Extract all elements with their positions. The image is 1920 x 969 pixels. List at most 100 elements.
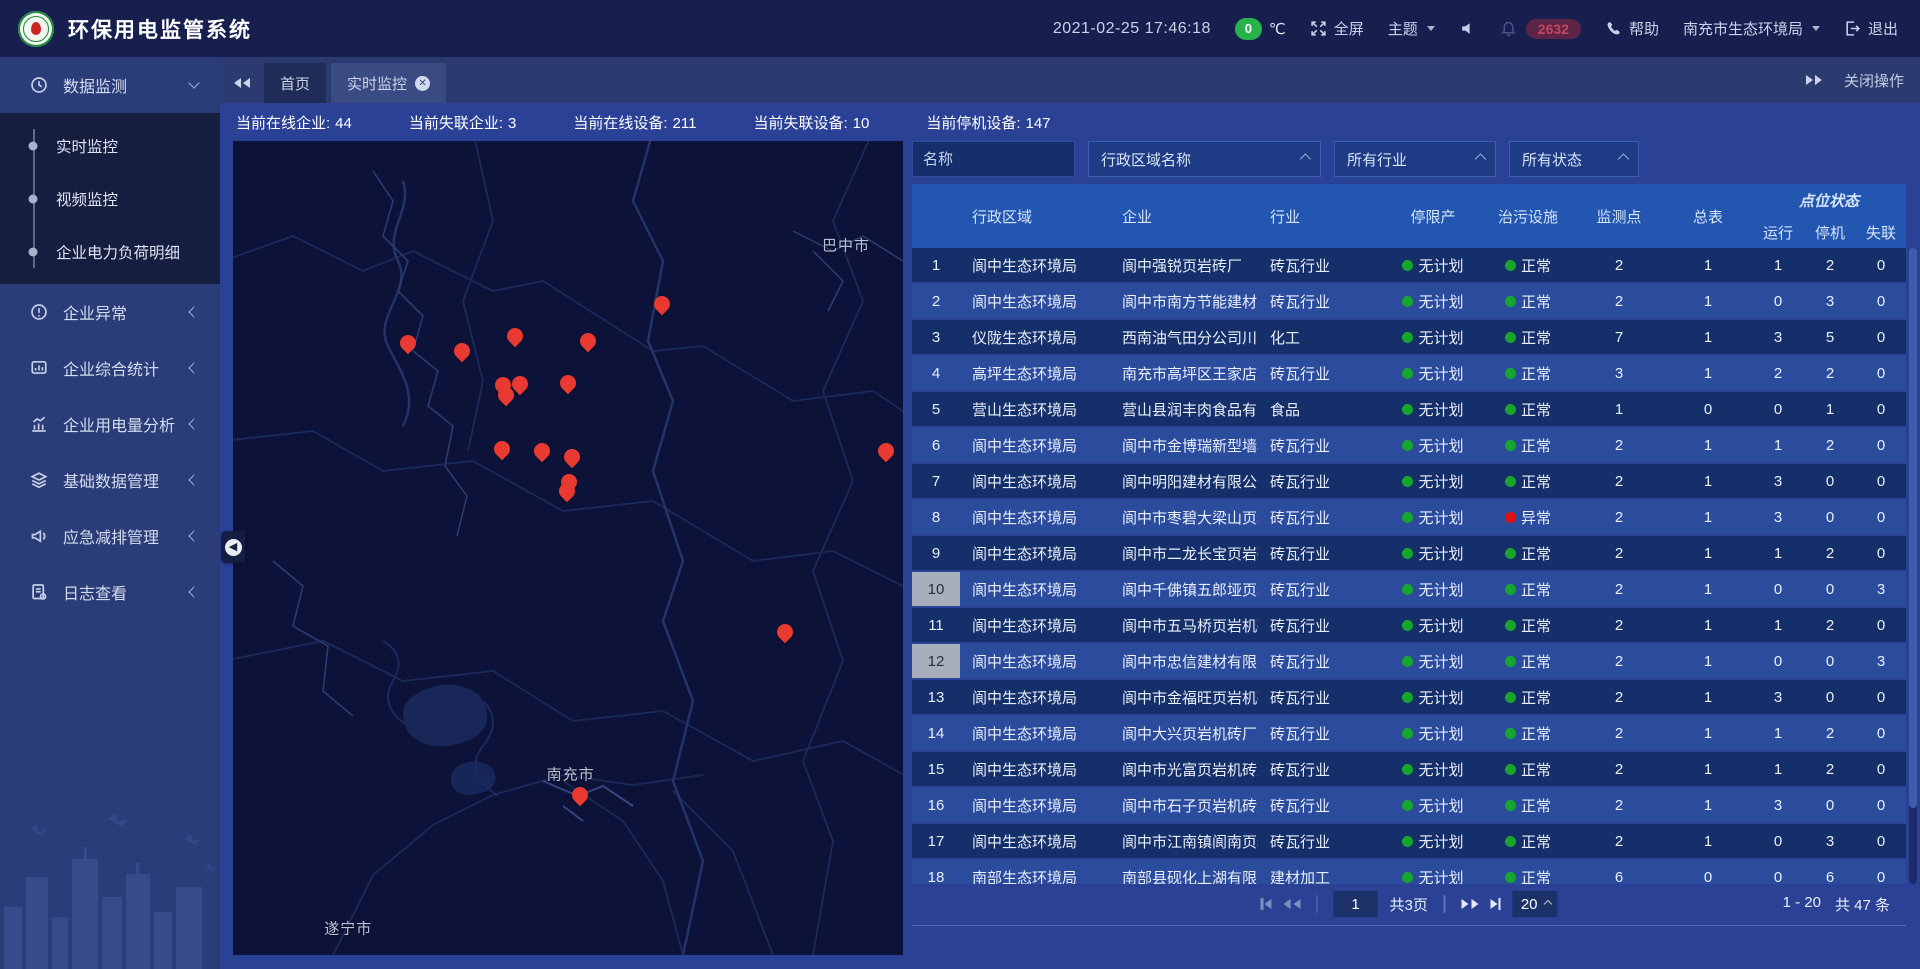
table-row[interactable]: 17阆中生态环境局阆中市江南镇阆南页岩砖瓦行业无计划正常21030: [912, 824, 1906, 860]
map-pin-icon[interactable]: [533, 441, 551, 465]
tab-close-icon[interactable]: ✕: [415, 76, 430, 91]
theme-dropdown[interactable]: 主题: [1388, 18, 1435, 39]
table-row[interactable]: 4高坪生态环境局南充市高坪区王家店建砖瓦行业无计划正常31220: [912, 356, 1906, 392]
table-row[interactable]: 7阆中生态环境局阆中明阳建材有限公司砖瓦行业无计划正常21300: [912, 464, 1906, 500]
table-scrollbar[interactable]: [1909, 248, 1917, 884]
sidebar-item-应急减排管理[interactable]: 应急减排管理: [0, 508, 220, 564]
table-row[interactable]: 14阆中生态环境局阆中大兴页岩机砖厂砖瓦行业无计划正常21120: [912, 716, 1906, 752]
cell-facility-status: 正常: [1482, 687, 1574, 708]
cell-facility-status: 正常: [1482, 579, 1574, 600]
pagination-prev-button[interactable]: [1283, 899, 1300, 909]
cell-row-number-wrap: 5: [912, 392, 960, 426]
org-dropdown[interactable]: 南充市生态环境局: [1683, 18, 1820, 39]
sidebar-item-企业异常[interactable]: 企业异常: [0, 284, 220, 340]
cell-company: 阆中市金博瑞新型墙材: [1110, 435, 1258, 456]
table-row[interactable]: 5营山生态环境局营山县润丰肉食品有限食品无计划正常10010: [912, 392, 1906, 428]
cell-monitor-points: 2: [1574, 581, 1664, 598]
cell-stopped-count: 0: [1804, 581, 1856, 598]
stats-icon: [30, 359, 48, 377]
cell-industry: 砖瓦行业: [1258, 615, 1384, 636]
table-row[interactable]: 12阆中生态环境局阆中市忠信建材有限公砖瓦行业无计划正常21003: [912, 644, 1906, 680]
map-panel[interactable]: 巴中市南充市遂宁市 ◀: [233, 141, 903, 955]
fullscreen-icon: [1310, 20, 1327, 37]
map-pin-icon[interactable]: [563, 447, 581, 471]
pagination-last-button[interactable]: [1490, 898, 1501, 910]
cell-facility-status: 正常: [1482, 327, 1574, 348]
cell-company: 阆中市南方节能建材有: [1110, 291, 1258, 312]
sidebar-item-label: 应急减排管理: [63, 524, 190, 548]
cell-monitor-points: 7: [1574, 329, 1664, 346]
cell-row-number-wrap: 1: [912, 248, 960, 282]
cell-monitor-points: 6: [1574, 869, 1664, 885]
region-filter-select[interactable]: 行政区域名称: [1088, 141, 1321, 177]
cell-offline-count: 0: [1856, 329, 1906, 346]
map-pin-icon[interactable]: [559, 373, 577, 397]
map-pin-icon[interactable]: [453, 341, 471, 365]
tabs-scroll-left-button[interactable]: [220, 63, 264, 103]
map-pin-icon[interactable]: [653, 294, 671, 318]
table-row[interactable]: 6阆中生态环境局阆中市金博瑞新型墙材砖瓦行业无计划正常21120: [912, 428, 1906, 464]
help-button[interactable]: 帮助: [1605, 18, 1659, 39]
cell-industry: 砖瓦行业: [1258, 291, 1384, 312]
table-row[interactable]: 2阆中生态环境局阆中市南方节能建材有砖瓦行业无计划正常21030: [912, 284, 1906, 320]
industry-filter-select[interactable]: 所有行业: [1334, 141, 1496, 177]
cell-row-number-wrap: 2: [912, 284, 960, 318]
tab-首页[interactable]: 首页: [264, 63, 326, 103]
table-row[interactable]: 8阆中生态环境局阆中市枣碧大梁山页岩砖瓦行业无计划异常21300: [912, 500, 1906, 536]
sidebar-item-基础数据管理[interactable]: 基础数据管理: [0, 452, 220, 508]
tabs-scroll-right-button[interactable]: [1806, 75, 1822, 85]
table-row[interactable]: 18南部生态环境局南部县砚化上湖有限公建材加工无计划正常60060: [912, 860, 1906, 884]
sidebar-subitem-企业电力负荷明细[interactable]: 企业电力负荷明细: [0, 225, 220, 278]
map-pin-icon[interactable]: [877, 441, 895, 465]
status-dot-green-icon: [1402, 548, 1413, 559]
map-pin-icon[interactable]: [558, 481, 576, 505]
map-pin-icon[interactable]: [776, 622, 794, 646]
map-pin-icon[interactable]: [506, 326, 524, 350]
cell-stop-plan-text: 无计划: [1418, 723, 1463, 744]
sidebar-subitem-视频监控[interactable]: 视频监控: [0, 172, 220, 225]
logout-button[interactable]: 退出: [1844, 18, 1898, 39]
table-row[interactable]: 13阆中生态环境局阆中市金福旺页岩机砖砖瓦行业无计划正常21300: [912, 680, 1906, 716]
cell-facility-status: 正常: [1482, 255, 1574, 276]
table-row[interactable]: 11阆中生态环境局阆中市五马桥页岩机砖砖瓦行业无计划正常21120: [912, 608, 1906, 644]
table-row[interactable]: 10阆中生态环境局阆中千佛镇五郎垭页岩砖瓦行业无计划正常21003: [912, 572, 1906, 608]
sidebar-subitem-label: 实时监控: [56, 135, 118, 157]
scrollbar-thumb[interactable]: [1909, 248, 1917, 808]
table-row[interactable]: 16阆中生态环境局阆中市石子页岩机砖厂砖瓦行业无计划正常21300: [912, 788, 1906, 824]
notifications-button[interactable]: 2632: [1500, 19, 1581, 39]
table-row[interactable]: 9阆中生态环境局阆中市二龙长宝页岩砖砖瓦行业无计划正常21120: [912, 536, 1906, 572]
cell-stopped-count: 2: [1804, 617, 1856, 634]
sidebar-item-数据监测[interactable]: 数据监测: [0, 57, 220, 113]
status-filter-select[interactable]: 所有状态: [1509, 141, 1639, 177]
cell-facility-status: 异常: [1482, 507, 1574, 528]
sidebar-item-日志查看[interactable]: 日志查看: [0, 564, 220, 620]
sidebar-item-企业综合统计[interactable]: 企业综合统计: [0, 340, 220, 396]
pagination-first-button[interactable]: [1260, 898, 1271, 910]
map-pin-icon[interactable]: [571, 785, 589, 809]
cell-row-number: 16: [912, 788, 960, 822]
volume-button[interactable]: [1459, 20, 1476, 37]
page-number-input[interactable]: [1333, 891, 1377, 917]
sidebar-subitem-实时监控[interactable]: 实时监控: [0, 119, 220, 172]
map-pin-icon[interactable]: [399, 333, 417, 357]
table-row[interactable]: 3仪陇生态环境局西南油气田分公司川中化工无计划正常71350: [912, 320, 1906, 356]
map-collapse-button[interactable]: ◀: [221, 531, 245, 563]
sidebar-menu: 数据监测实时监控视频监控企业电力负荷明细企业异常企业综合统计企业用电量分析基础数…: [0, 57, 220, 620]
status-dot-green-icon: [1402, 836, 1413, 847]
pagination-next-button[interactable]: [1461, 899, 1478, 909]
table-row[interactable]: 15阆中生态环境局阆中市光富页岩机砖厂砖瓦行业无计划正常21120: [912, 752, 1906, 788]
sidebar-item-企业用电量分析[interactable]: 企业用电量分析: [0, 396, 220, 452]
cell-row-number-wrap: 9: [912, 536, 960, 570]
cell-total-meters: 1: [1664, 725, 1752, 742]
fullscreen-button[interactable]: 全屏: [1310, 18, 1364, 39]
map-pin-icon[interactable]: [579, 331, 597, 355]
table-row[interactable]: 1阆中生态环境局阆中强锐页岩砖厂砖瓦行业无计划正常21120: [912, 248, 1906, 284]
close-operations-button[interactable]: 关闭操作: [1844, 70, 1904, 91]
status-dot-green-icon: [1505, 404, 1516, 415]
map-pin-icon[interactable]: [497, 385, 515, 409]
tab-实时监控[interactable]: 实时监控✕: [331, 63, 446, 103]
page-size-select[interactable]: 20: [1513, 891, 1558, 917]
map-pin-icon[interactable]: [493, 439, 511, 463]
cell-facility-text: 正常: [1521, 471, 1551, 492]
name-filter-input[interactable]: [912, 141, 1075, 177]
